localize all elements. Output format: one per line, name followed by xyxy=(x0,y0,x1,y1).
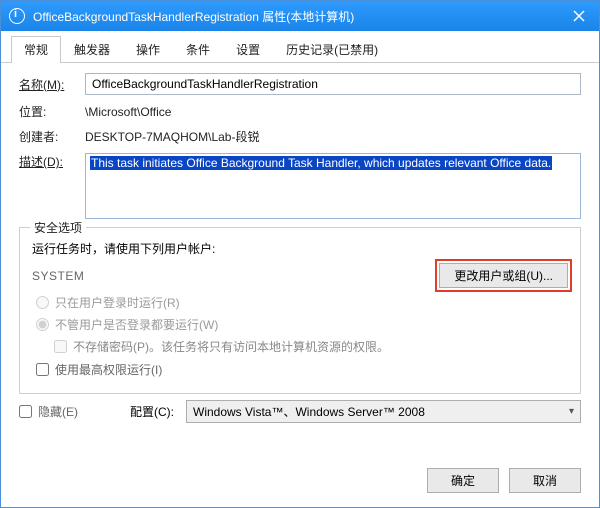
radio-logged-on-only-input xyxy=(36,296,49,309)
author-label: 创建者: xyxy=(19,128,85,145)
configure-for-value: Windows Vista™、Windows Server™ 2008 xyxy=(193,403,425,420)
tab-settings[interactable]: 设置 xyxy=(223,36,273,63)
checkbox-hidden[interactable]: 隐藏(E) xyxy=(19,403,78,420)
configure-for-combo[interactable]: Windows Vista™、Windows Server™ 2008 ▾ xyxy=(186,400,581,423)
tab-general[interactable]: 常规 xyxy=(11,36,61,63)
checkbox-highest-privileges[interactable]: 使用最高权限运行(I) xyxy=(36,361,568,378)
security-options-legend: 安全选项 xyxy=(30,219,86,236)
location-value: \Microsoft\Office xyxy=(85,105,581,119)
author-value: DESKTOP-7MAQHOM\Lab-段锐 xyxy=(85,128,581,145)
dialog-buttons: 确定 取消 xyxy=(1,458,599,507)
checkbox-store-password-input xyxy=(54,340,67,353)
change-user-button[interactable]: 更改用户或组(U)... xyxy=(439,263,568,288)
radio-run-whether-logged-on-input xyxy=(36,318,49,331)
description-label: 描述(D): xyxy=(19,153,85,170)
chevron-down-icon: ▾ xyxy=(569,406,574,417)
cancel-button[interactable]: 取消 xyxy=(509,468,581,493)
titlebar: OfficeBackgroundTaskHandlerRegistration … xyxy=(1,1,599,31)
close-icon xyxy=(573,10,585,22)
radio-logged-on-only[interactable]: 只在用户登录时运行(R) xyxy=(36,294,568,311)
info-icon xyxy=(9,8,25,24)
description-field[interactable]: This task initiates Office Background Ta… xyxy=(85,153,581,219)
tab-actions[interactable]: 操作 xyxy=(123,36,173,63)
tab-triggers[interactable]: 触发器 xyxy=(61,36,123,63)
window-title: OfficeBackgroundTaskHandlerRegistration … xyxy=(33,8,559,25)
ok-button[interactable]: 确定 xyxy=(427,468,499,493)
close-button[interactable] xyxy=(559,1,599,31)
tab-conditions[interactable]: 条件 xyxy=(173,36,223,63)
checkbox-hidden-input[interactable] xyxy=(19,405,32,418)
run-as-account: SYSTEM xyxy=(32,269,84,283)
radio-run-whether-logged-on[interactable]: 不管用户是否登录都要运行(W) xyxy=(36,316,568,333)
checkbox-store-password[interactable]: 不存储密码(P)。该任务将只有访问本地计算机资源的权限。 xyxy=(54,338,568,355)
name-input[interactable] xyxy=(85,73,581,95)
security-options-group: 安全选项 运行任务时，请使用下列用户帐户: SYSTEM 更改用户或组(U)..… xyxy=(19,227,581,394)
configure-for-label: 配置(C): xyxy=(130,403,174,420)
checkbox-highest-privileges-input[interactable] xyxy=(36,363,49,376)
tab-strip: 常规 触发器 操作 条件 设置 历史记录(已禁用) xyxy=(1,31,599,63)
run-as-label: 运行任务时，请使用下列用户帐户: xyxy=(32,240,568,257)
location-label: 位置: xyxy=(19,103,85,120)
dialog-window: OfficeBackgroundTaskHandlerRegistration … xyxy=(0,0,600,508)
tab-history[interactable]: 历史记录(已禁用) xyxy=(273,36,391,63)
description-text: This task initiates Office Background Ta… xyxy=(90,156,552,170)
tab-content: 名称(M): 位置: \Microsoft\Office 创建者: DESKTO… xyxy=(1,63,599,458)
name-label: 名称(M): xyxy=(19,76,85,93)
